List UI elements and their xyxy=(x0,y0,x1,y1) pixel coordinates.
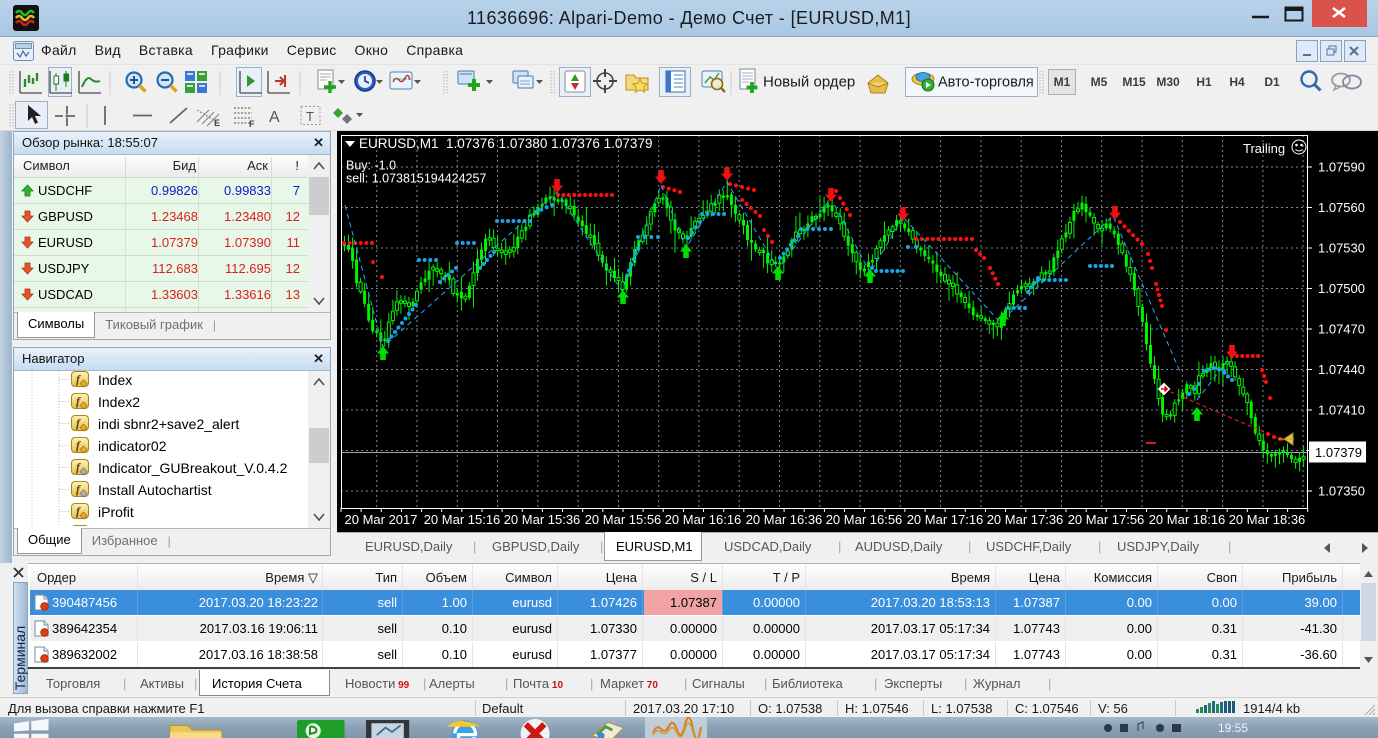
svg-text:M30: M30 xyxy=(1156,75,1180,89)
svg-text:M15: M15 xyxy=(1122,75,1146,89)
svg-text:Авто-торговля: Авто-торговля xyxy=(938,75,1034,91)
svg-text:M5: M5 xyxy=(1091,75,1108,89)
svg-text:19:55: 19:55 xyxy=(1218,721,1248,735)
svg-text:1.07500: 1.07500 xyxy=(1318,281,1365,296)
svg-text:A: A xyxy=(269,109,280,126)
svg-text:1.07440: 1.07440 xyxy=(1318,362,1365,377)
svg-text:1.07530: 1.07530 xyxy=(1318,241,1365,256)
svg-text:1.07350: 1.07350 xyxy=(1318,484,1365,499)
svg-text:20 Mar 2017: 20 Mar 2017 xyxy=(345,512,418,527)
svg-text:T: T xyxy=(306,109,314,124)
svg-text:Buy: -1.0: Buy: -1.0 xyxy=(346,159,396,173)
svg-text:Новый ордер: Новый ордер xyxy=(763,74,855,91)
svg-text:1.07470: 1.07470 xyxy=(1318,322,1365,337)
svg-text:20 Mar 17:36: 20 Mar 17:36 xyxy=(987,512,1064,527)
svg-text:20 Mar 15:56: 20 Mar 15:56 xyxy=(585,512,662,527)
svg-text:H1: H1 xyxy=(1196,75,1212,89)
svg-text:20 Mar 15:16: 20 Mar 15:16 xyxy=(424,512,501,527)
svg-text:Trailing: Trailing xyxy=(1243,141,1285,156)
svg-text:H4: H4 xyxy=(1229,75,1245,89)
svg-text:M1: M1 xyxy=(1054,75,1071,89)
svg-text:20 Mar 15:36: 20 Mar 15:36 xyxy=(504,512,581,527)
svg-text:D1: D1 xyxy=(1264,75,1280,89)
svg-text:20 Mar 16:16: 20 Mar 16:16 xyxy=(665,512,742,527)
svg-text:20 Mar 17:56: 20 Mar 17:56 xyxy=(1068,512,1145,527)
svg-text:20 Mar 16:36: 20 Mar 16:36 xyxy=(746,512,823,527)
svg-text:20 Mar 18:36: 20 Mar 18:36 xyxy=(1229,512,1306,527)
svg-text:1.07410: 1.07410 xyxy=(1318,403,1365,418)
svg-text:1.07590: 1.07590 xyxy=(1318,160,1365,175)
svg-text:F: F xyxy=(249,119,255,129)
svg-text:20 Mar 18:16: 20 Mar 18:16 xyxy=(1149,512,1226,527)
svg-text:sell: 1.073815194424257: sell: 1.073815194424257 xyxy=(346,172,486,186)
svg-text:20 Mar 17:16: 20 Mar 17:16 xyxy=(907,512,984,527)
svg-text:EURUSD,M1 1.07376 1.07380 1.0: EURUSD,M1 1.07376 1.07380 1.07376 1.0737… xyxy=(359,136,652,151)
svg-text:1.07379: 1.07379 xyxy=(1315,445,1362,460)
svg-text:E: E xyxy=(214,118,220,128)
svg-text:20 Mar 16:56: 20 Mar 16:56 xyxy=(826,512,903,527)
svg-text:1.07560: 1.07560 xyxy=(1318,200,1365,215)
